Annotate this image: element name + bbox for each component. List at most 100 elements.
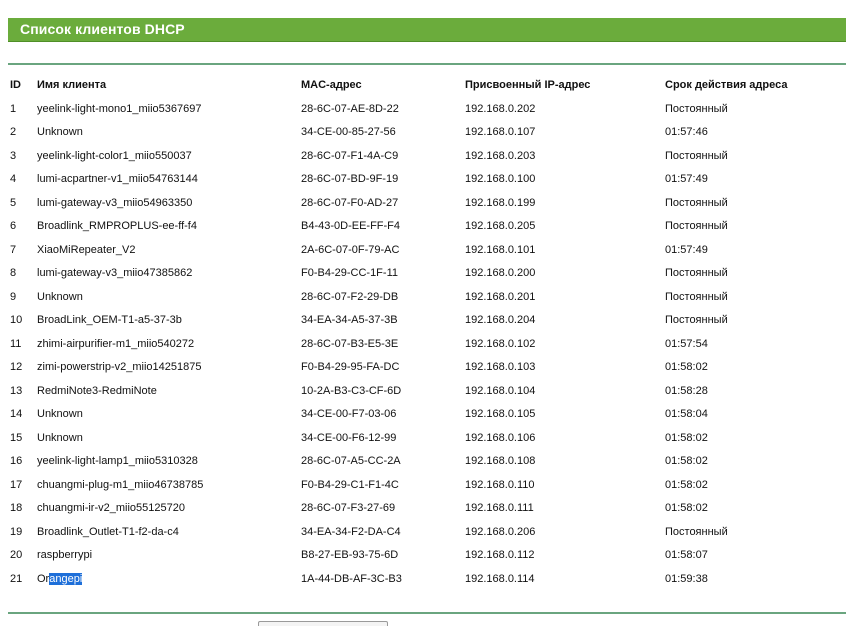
cell-id: 1 xyxy=(10,102,17,115)
cell-name: RedmiNote3-RedmiNote xyxy=(37,384,157,397)
cell-id: 5 xyxy=(10,196,17,209)
table-row: 1 yeelink-light-mono1_miio5367697 28-6C-… xyxy=(4,97,835,121)
name-text: Or xyxy=(37,572,50,585)
cell-id: 12 xyxy=(10,361,23,374)
cell-name: chuangmi-plug-m1_miio46738785 xyxy=(37,478,204,491)
column-header-id: ID xyxy=(10,79,21,91)
cell-name: lumi-gateway-v3_miio54963350 xyxy=(37,196,193,209)
cell-name: zimi-powerstrip-v2_miio14251875 xyxy=(37,361,202,374)
table-row: 18 chuangmi-ir-v2_miio55125720 28-6C-07-… xyxy=(4,497,835,521)
cell-lease: 01:58:02 xyxy=(665,455,708,468)
table-row: 5 lumi-gateway-v3_miio54963350 28-6C-07-… xyxy=(4,191,835,215)
cell-name: BroadLink_OEM-T1-a5-37-3b xyxy=(37,314,182,327)
page-title: Список клиентов DHCP xyxy=(20,21,185,37)
cell-lease: 01:57:54 xyxy=(665,337,708,350)
cell-ip: 192.168.0.205 xyxy=(465,220,536,233)
cell-name: Unknown xyxy=(37,126,83,139)
cell-name[interactable]: Orangepi xyxy=(31,567,295,591)
table-row: 10 BroadLink_OEM-T1-a5-37-3b 34-EA-34-A5… xyxy=(4,309,835,333)
cell-lease: 01:58:02 xyxy=(665,361,708,374)
cell-ip: 192.168.0.199 xyxy=(465,196,536,209)
cell-ip: 192.168.0.104 xyxy=(465,384,536,397)
cell-name: yeelink-light-color1_miio550037 xyxy=(37,149,192,162)
cell-id: 15 xyxy=(10,431,23,444)
cell-ip: 192.168.0.203 xyxy=(465,149,536,162)
cell-mac: B8-27-EB-93-75-6D xyxy=(301,549,399,562)
cell-ip: 192.168.0.105 xyxy=(465,408,536,421)
cell-lease: 01:58:02 xyxy=(665,478,708,491)
cell-ip: 192.168.0.107 xyxy=(465,126,536,139)
cell-name: chuangmi-ir-v2_miio55125720 xyxy=(37,502,185,515)
cell-ip: 192.168.0.111 xyxy=(465,502,534,515)
bottom-divider xyxy=(8,612,846,614)
cell-id: 9 xyxy=(10,290,17,303)
cell-mac: 2A-6C-07-0F-79-AC xyxy=(301,243,400,256)
cell-mac: 34-EA-34-F2-DA-C4 xyxy=(301,525,401,538)
table-row: 11 zhimi-airpurifier-m1_miio540272 28-6C… xyxy=(4,332,835,356)
cell-ip: 192.168.0.206 xyxy=(465,525,536,538)
table-row: 4 lumi-acpartner-v1_miio54763144 28-6C-0… xyxy=(4,168,835,192)
table-header-row: ID Имя клиента MAC-адрес Присвоенный IP-… xyxy=(4,73,835,97)
cell-id: 8 xyxy=(10,267,17,280)
cell-id: 11 xyxy=(10,337,22,350)
cell-mac: F0-B4-29-C1-F1-4C xyxy=(301,478,399,491)
table-row: 16 yeelink-light-lamp1_miio5310328 28-6C… xyxy=(4,450,835,474)
cell-id: 16 xyxy=(10,455,23,468)
cell-name: Unknown xyxy=(37,290,83,303)
cell-id: 6 xyxy=(10,220,17,233)
cell-mac: 34-CE-00-F6-12-99 xyxy=(301,431,397,444)
cell-mac: 28-6C-07-AE-8D-22 xyxy=(301,102,399,115)
cell-lease: 01:58:07 xyxy=(665,549,708,562)
cell-mac: 28-6C-07-A5-CC-2A xyxy=(301,455,401,468)
table-row: 12 zimi-powerstrip-v2_miio14251875 F0-B4… xyxy=(4,356,835,380)
cell-mac: 28-6C-07-B3-E5-3E xyxy=(301,337,399,350)
cell-lease: 01:58:02 xyxy=(665,502,708,515)
table-row: 9 Unknown 28-6C-07-F2-29-DB 192.168.0.20… xyxy=(4,285,835,309)
table-row: 7 XiaoMiRepeater_V2 2A-6C-07-0F-79-AC 19… xyxy=(4,238,835,262)
dhcp-client-list-page: Список клиентов DHCP ID Имя клиента MAC-… xyxy=(0,0,850,626)
cell-lease: Постоянный xyxy=(665,196,728,209)
cell-id: 18 xyxy=(10,502,23,515)
cell-lease: Постоянный xyxy=(665,314,728,327)
cell-lease: 01:57:49 xyxy=(665,243,708,256)
cell-name: Broadlink_RMPROPLUS-ee-ff-f4 xyxy=(37,220,197,233)
cell-id: 10 xyxy=(10,314,23,327)
table-row: 20 raspberrypi B8-27-EB-93-75-6D 192.168… xyxy=(4,544,835,568)
cell-ip: 192.168.0.200 xyxy=(465,267,536,280)
cell-ip: 192.168.0.204 xyxy=(465,314,536,327)
cell-ip: 192.168.0.100 xyxy=(465,173,536,186)
column-header-mac: MAC-адрес xyxy=(301,79,362,91)
cell-lease: 01:57:49 xyxy=(665,173,708,186)
cell-lease: Постоянный xyxy=(665,290,728,303)
table-row: 8 lumi-gateway-v3_miio47385862 F0-B4-29-… xyxy=(4,262,835,286)
cell-id: 20 xyxy=(10,549,23,562)
cell-mac: 10-2A-B3-C3-CF-6D xyxy=(301,384,402,397)
cell-mac: 1A-44-DB-AF-3C-B3 xyxy=(301,572,402,585)
cell-lease: 01:58:04 xyxy=(665,408,708,421)
column-header-name: Имя клиента xyxy=(37,79,107,91)
cell-name: XiaoMiRepeater_V2 xyxy=(37,243,136,256)
table-row: 21 Orangepi 1A-44-DB-AF-3C-B3 192.168.0.… xyxy=(4,567,835,591)
cell-name: Unknown xyxy=(37,408,83,421)
cell-id: 17 xyxy=(10,478,23,491)
cell-name: yeelink-light-lamp1_miio5310328 xyxy=(37,455,198,468)
column-header-lease: Срок действия адреса xyxy=(665,79,788,91)
cell-id: 13 xyxy=(10,384,23,397)
table-row: 2 Unknown 34-CE-00-85-27-56 192.168.0.10… xyxy=(4,121,835,145)
cell-lease: Постоянный xyxy=(665,102,728,115)
cell-ip: 192.168.0.202 xyxy=(465,102,536,115)
table-row: 14 Unknown 34-CE-00-F7-03-06 192.168.0.1… xyxy=(4,403,835,427)
cell-mac: F0-B4-29-CC-1F-11 xyxy=(301,267,398,280)
cell-lease: 01:59:38 xyxy=(665,572,708,585)
cell-lease: 01:58:02 xyxy=(665,431,708,444)
cell-id: 3 xyxy=(10,149,17,162)
table-row: 15 Unknown 34-CE-00-F6-12-99 192.168.0.1… xyxy=(4,426,835,450)
selected-text-highlight: angepi xyxy=(49,572,83,585)
cell-ip: 192.168.0.101 xyxy=(465,243,536,256)
table-row: 3 yeelink-light-color1_miio550037 28-6C-… xyxy=(4,144,835,168)
cell-mac: 28-6C-07-F2-29-DB xyxy=(301,290,399,303)
cell-ip: 192.168.0.114 xyxy=(465,572,535,585)
refresh-button[interactable] xyxy=(258,621,388,626)
cell-lease: 01:58:28 xyxy=(665,384,708,397)
cell-lease: Постоянный xyxy=(665,149,728,162)
